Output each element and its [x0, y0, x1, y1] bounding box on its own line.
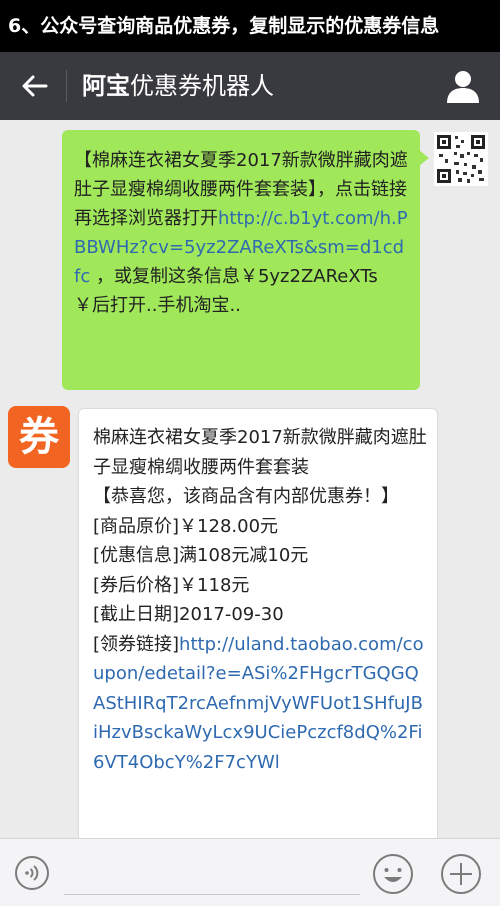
- chat-area[interactable]: 【棉麻连衣裙女夏季2017新款微胖藏肉遮肚子显瘦棉绸收腰两件套套装】，点击链接再…: [0, 120, 500, 838]
- message-input[interactable]: [64, 849, 360, 895]
- smiley-icon[interactable]: [372, 853, 414, 895]
- chat-title-bold: 阿宝: [82, 72, 130, 100]
- chat-title: 阿宝优惠券机器人: [82, 52, 274, 120]
- input-toolbar: [0, 838, 500, 906]
- product-name: 棉麻连衣裙女夏季2017新款微胖藏肉遮肚子显瘦棉绸收腰两件套套装: [93, 427, 427, 478]
- deadline: [截止日期]2017-09-30: [93, 604, 284, 625]
- coupon-link-row: [领券链接]http://uland.taobao.com/coupon/ede…: [93, 630, 427, 778]
- nav-bar: 阿宝优惠券机器人: [0, 52, 500, 120]
- back-arrow-icon[interactable]: [18, 69, 52, 103]
- voice-icon[interactable]: [14, 855, 50, 891]
- sent-message-bubble[interactable]: 【棉麻连衣裙女夏季2017新款微胖藏肉遮肚子显瘦棉绸收腰两件套套装】，点击链接再…: [62, 130, 429, 390]
- profile-icon[interactable]: [444, 68, 482, 104]
- final-price: [券后价格]￥118元: [93, 574, 250, 596]
- discount-info: [优惠信息]满108元减10元: [93, 545, 309, 566]
- received-message-bubble[interactable]: 棉麻连衣裙女夏季2017新款微胖藏肉遮肚子显瘦棉绸收腰两件套套装 【恭喜您，该商…: [78, 408, 438, 838]
- coupon-notice: 【恭喜您，该商品含有内部优惠券！】: [93, 486, 399, 507]
- original-price: [商品原价]￥128.00元: [93, 515, 279, 537]
- sent-message-text-tail: ，或复制这条信息￥5yz2ZAReXTs￥后打开..手机淘宝..: [74, 266, 378, 316]
- tutorial-banner: 6、公众号查询商品优惠券，复制显示的优惠券信息: [0, 0, 500, 52]
- coupon-link-label: [领券链接]: [93, 633, 180, 655]
- nav-divider: [66, 70, 67, 102]
- plus-icon[interactable]: [440, 853, 482, 895]
- qr-code-avatar-icon[interactable]: [434, 132, 488, 186]
- chat-title-rest: 优惠券机器人: [130, 72, 274, 100]
- coupon-bot-avatar[interactable]: 券: [8, 406, 70, 468]
